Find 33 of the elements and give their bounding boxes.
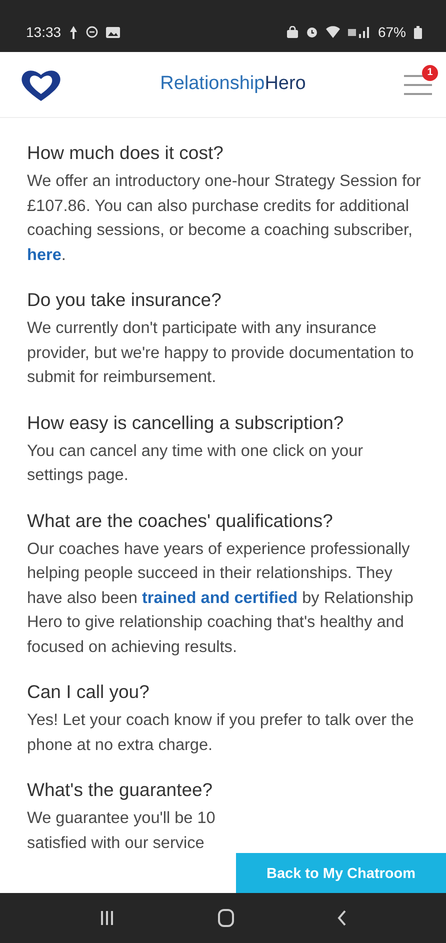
back-icon[interactable] bbox=[336, 910, 347, 926]
faq-question: What's the guarantee? bbox=[27, 778, 214, 802]
home-icon[interactable] bbox=[218, 909, 234, 927]
faq-question: How easy is cancelling a subscription? bbox=[27, 410, 345, 435]
faq-question: How much does it cost? bbox=[27, 141, 224, 165]
faq-question: What are the coaches' qualifications? bbox=[27, 508, 334, 533]
faq-answer-line: We guarantee you'll be 10 bbox=[27, 808, 216, 829]
faq-link[interactable]: trained and certified bbox=[142, 588, 298, 606]
do-not-disturb-icon bbox=[86, 26, 98, 38]
battery-icon bbox=[414, 26, 422, 38]
faq-question: Can I call you? bbox=[27, 680, 150, 704]
gallery-icon bbox=[106, 26, 120, 38]
lock-icon bbox=[286, 26, 298, 38]
wifi-icon bbox=[326, 26, 340, 38]
menu-button[interactable] bbox=[404, 73, 432, 96]
faq-answer: You can cancel any time with one click on your settings page. bbox=[27, 440, 364, 486]
faq-answer: We offer an introductory one-hour Strategy Session for £107.86. You can also purchase credits for additional coaching sessions, or become a coaching subscriber, here. bbox=[27, 171, 422, 266]
brand-name: Hero bbox=[264, 72, 306, 96]
faq-answer: We currently don't participate with any insurance provider, but we're happy to provide documentation to submit for reimbursement. bbox=[27, 318, 415, 388]
signal-icon bbox=[348, 26, 370, 38]
battery-percent: 67% bbox=[378, 22, 406, 42]
faq-answer: Our coaches have years of experience professionally helping people succeed in their relationships. They have also been trained and certified by Relationship Hero to give relationship coaching that's healthy and focused on achieving results. bbox=[27, 538, 414, 658]
brand-name: Relationship bbox=[160, 72, 265, 96]
faq-answer-line: satisfied with our service bbox=[27, 832, 206, 854]
faq-question: Do you take insurance? bbox=[27, 288, 222, 312]
notification-icon bbox=[69, 26, 78, 38]
notification-badge: 1 bbox=[422, 64, 438, 80]
status-time: 13:33 bbox=[26, 22, 62, 42]
recent-apps-icon[interactable] bbox=[99, 910, 116, 926]
faq-answer: Yes! Let your coach know if you prefer to talk over the phone at no extra charge. bbox=[27, 710, 415, 756]
heart-logo-icon bbox=[20, 68, 62, 102]
faq-link[interactable]: here bbox=[27, 246, 62, 264]
alarm-icon bbox=[306, 26, 318, 38]
